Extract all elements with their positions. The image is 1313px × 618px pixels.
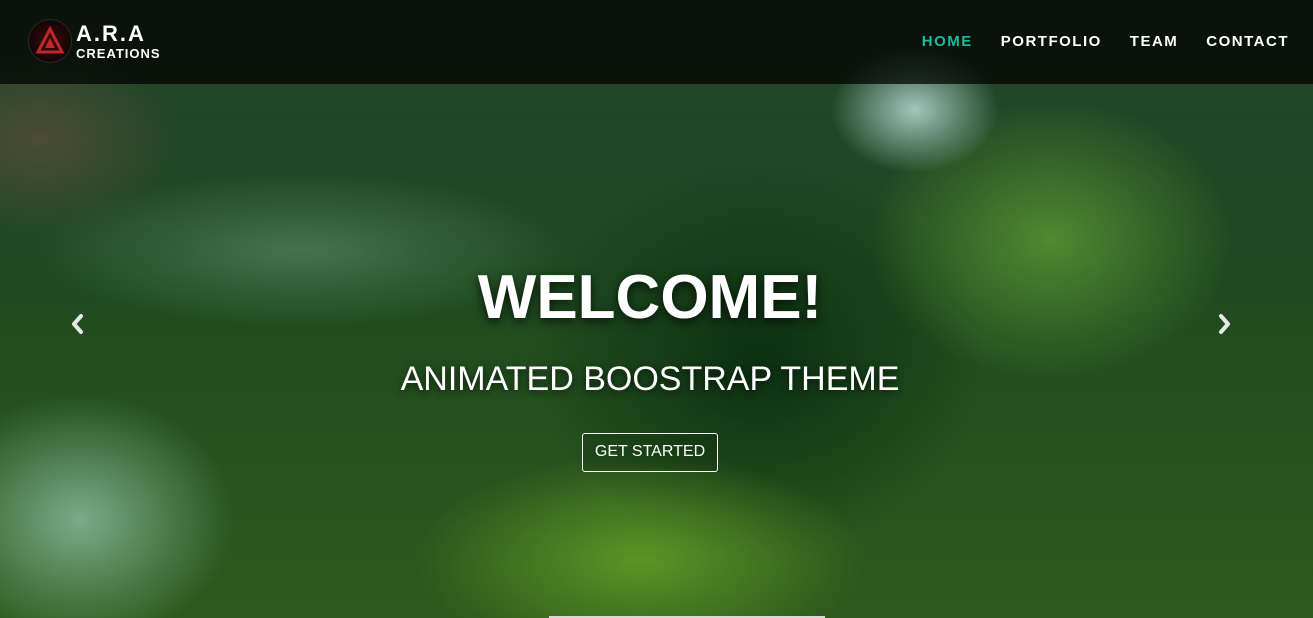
nav-item-contact[interactable]: CONTACT	[1206, 33, 1289, 50]
chevron-left-icon	[72, 314, 83, 334]
hero-cta: GET STARTED	[0, 433, 1300, 472]
carousel-next-button[interactable]	[1212, 312, 1236, 336]
main-nav: HOME PORTFOLIO TEAM CONTACT	[894, 33, 1289, 50]
chevron-right-icon	[1219, 314, 1230, 334]
brand-subtitle: CREATIONS	[76, 45, 161, 61]
hero-subtitle: ANIMATED BOOSTRAP THEME	[400, 360, 900, 398]
brand-logo[interactable]: A.R.A CREATIONS	[28, 18, 161, 64]
logo-icon	[28, 19, 72, 63]
brand-text: A.R.A CREATIONS	[76, 20, 161, 61]
nav-item-portfolio[interactable]: PORTFOLIO	[1001, 33, 1102, 50]
navbar: A.R.A CREATIONS HOME PORTFOLIO TEAM CONT…	[0, 0, 1313, 84]
nav-item-team[interactable]: TEAM	[1130, 33, 1179, 50]
brand-title: A.R.A	[76, 20, 146, 46]
get-started-button[interactable]: GET STARTED	[581, 433, 719, 472]
hero-carousel: A.R.A CREATIONS HOME PORTFOLIO TEAM CONT…	[0, 0, 1313, 618]
carousel-prev-button[interactable]	[66, 312, 90, 336]
nav-item-home[interactable]: HOME	[922, 33, 973, 50]
hero-title: WELCOME!	[477, 263, 823, 332]
